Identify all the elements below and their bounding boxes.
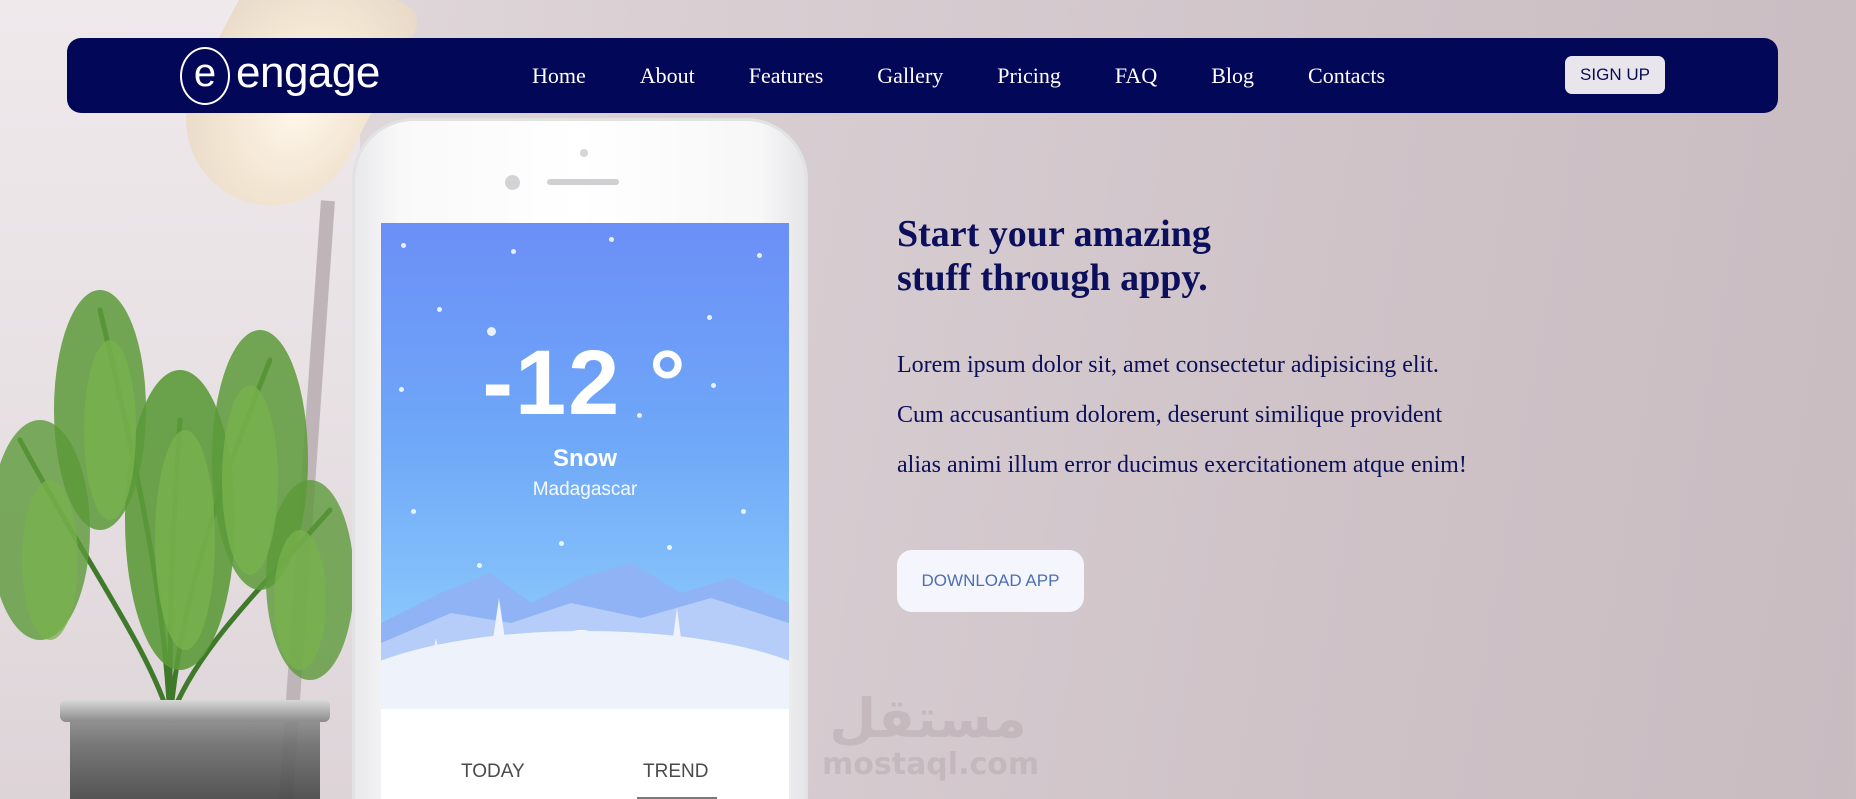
phone-tabs: TODAY TREND — [381, 709, 789, 799]
snowflake-dot-icon — [707, 315, 712, 320]
tab-trend[interactable]: TREND — [643, 761, 708, 783]
nav-link-features[interactable]: Features — [749, 63, 824, 88]
watermark-latin: mostaql.com — [822, 747, 1040, 782]
watermark-arabic: مستقل — [829, 687, 1027, 750]
watermark: مستقل mostaql.com — [822, 687, 1040, 782]
tab-today[interactable]: TODAY — [461, 761, 525, 783]
nav-link-faq[interactable]: FAQ — [1115, 63, 1157, 88]
download-app-button[interactable]: DOWNLOAD APP — [897, 550, 1084, 612]
brand-logo[interactable]: e engage — [180, 45, 380, 107]
jar-rim — [60, 700, 330, 722]
nav-item: Pricing — [997, 63, 1061, 89]
snowflake-dot-icon — [411, 509, 416, 514]
main-navbar: e engage Home About Features Gallery Pri… — [67, 38, 1778, 113]
hero-title-line-2: stuff through appy. — [897, 257, 1208, 299]
nav-link-blog[interactable]: Blog — [1211, 63, 1254, 88]
snowflake-dot-icon — [609, 237, 614, 242]
nav-item: About — [640, 63, 695, 89]
snowflake-dot-icon — [757, 253, 762, 258]
nav-item: Blog — [1211, 63, 1254, 89]
snowflake-dot-icon — [741, 509, 746, 514]
nav-item: Contacts — [1308, 63, 1385, 89]
snowflake-dot-icon — [511, 249, 516, 254]
snowflake-dot-icon — [667, 545, 672, 550]
snowflake-dot-icon — [401, 243, 406, 248]
nav-item: FAQ — [1115, 63, 1157, 89]
hero-body-line-2: Cum accusantium dolorem, deserunt simili… — [897, 402, 1443, 428]
temperature-value: -12 ° — [482, 332, 688, 434]
snowflake-dot-icon — [437, 307, 442, 312]
phone-speaker — [547, 179, 619, 185]
plant-illustration — [0, 290, 354, 723]
nav-link-home[interactable]: Home — [532, 63, 586, 88]
phone-screen: -12 ° Snow Madagascar TODAY TREND — [381, 223, 789, 799]
snowflake-dot-icon — [559, 541, 564, 546]
weather-location: Madagascar — [532, 479, 638, 500]
hero-body-line-1: Lorem ipsum dolor sit, amet consectetur … — [897, 352, 1439, 378]
hero-title: Start your amazing stuff through appy. — [897, 212, 1357, 300]
hero-body-line-3: alias animi illum error ducimus exercita… — [897, 452, 1467, 478]
phone-mockup: -12 ° Snow Madagascar TODAY TREND — [352, 118, 808, 799]
phone-sensor-icon — [580, 149, 588, 157]
nav-item: Gallery — [877, 63, 943, 89]
weather-condition: Snow — [553, 445, 617, 472]
nav-link-about[interactable]: About — [640, 63, 695, 88]
signup-button[interactable]: SIGN UP — [1565, 56, 1665, 94]
weather-panel: -12 ° Snow Madagascar — [381, 223, 789, 709]
phone-camera-icon — [505, 175, 520, 190]
nav-item: Home — [532, 63, 586, 89]
brand-name: engage — [236, 48, 380, 97]
snow-landscape — [381, 563, 789, 709]
nav-links: Home About Features Gallery Pricing FAQ … — [532, 38, 1385, 113]
nav-item: Features — [749, 63, 824, 89]
nav-link-contacts[interactable]: Contacts — [1308, 63, 1385, 88]
engage-logo-icon: e — [180, 47, 230, 105]
nav-link-gallery[interactable]: Gallery — [877, 63, 943, 88]
nav-link-pricing[interactable]: Pricing — [997, 63, 1061, 88]
hero-title-line-1: Start your amazing — [897, 213, 1211, 255]
hero-description: Lorem ipsum dolor sit, amet consectetur … — [897, 340, 1537, 490]
